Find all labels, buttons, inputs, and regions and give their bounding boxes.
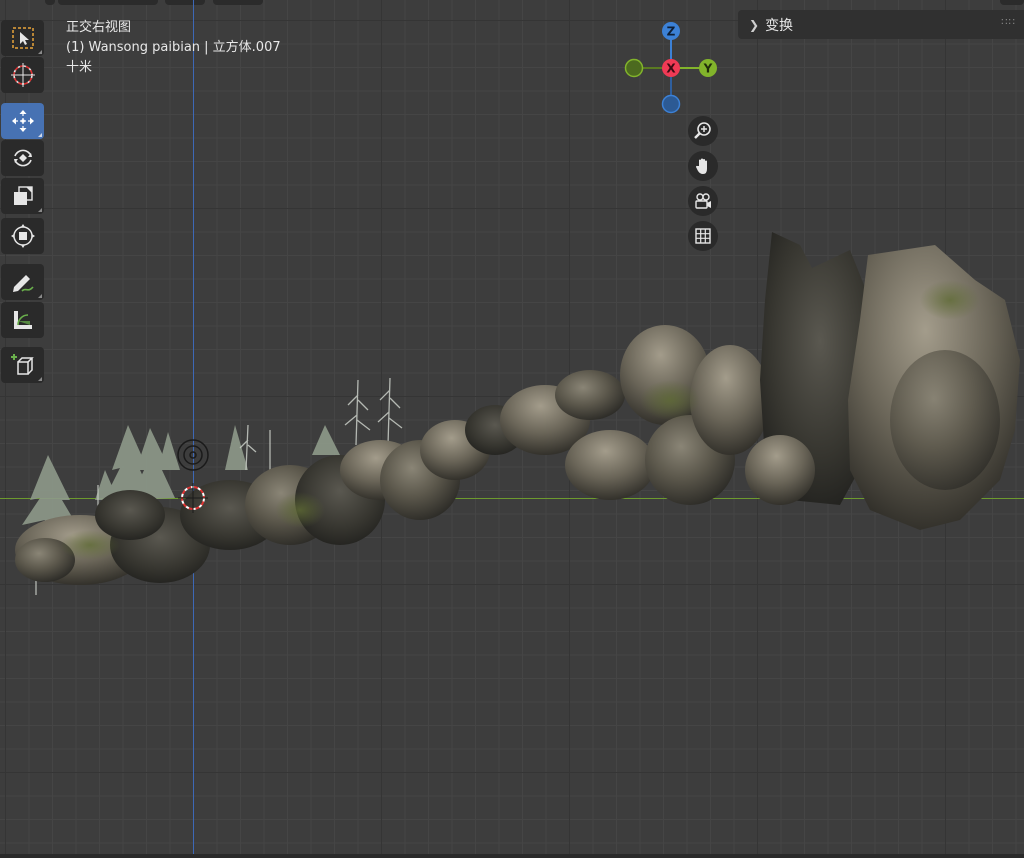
add-cube-icon	[10, 354, 34, 375]
viewport-info: 正交右视图 (1) Wansong paibian | 立方体.007 十米	[66, 18, 281, 78]
measure-ruler-icon	[13, 311, 32, 329]
transform-panel-label: 变换	[765, 17, 794, 34]
drag-handle-icon[interactable]: ∷∷	[1001, 17, 1016, 28]
select-box-icon	[11, 27, 34, 49]
move-arrows-icon	[11, 110, 34, 132]
svg-text:Z: Z	[667, 25, 676, 39]
svg-text:X: X	[666, 62, 676, 76]
navigation-gizmo[interactable]: Z Y X	[615, 18, 725, 118]
hand-icon	[696, 158, 707, 174]
measure-tool[interactable]	[1, 302, 44, 338]
transform-icon	[10, 224, 35, 248]
scale-tool[interactable]	[1, 178, 44, 214]
x-axis-handle[interactable]: X	[662, 59, 680, 77]
transform-tool[interactable]	[1, 218, 44, 254]
rotate-icon	[13, 149, 32, 167]
pencil-icon	[12, 275, 34, 292]
camera-icon	[695, 193, 711, 209]
object-info-label: (1) Wansong paibian | 立方体.007	[66, 40, 281, 55]
z-axis-handle[interactable]: Z	[662, 22, 680, 40]
cursor-icon	[10, 63, 35, 87]
transform-panel-header[interactable]: ❯ 变换 ∷∷	[738, 10, 1024, 39]
y-axis-handle[interactable]: Y	[699, 59, 717, 77]
svg-text:Y: Y	[703, 62, 713, 76]
grid-icon	[695, 228, 711, 244]
move-tool[interactable]	[1, 103, 44, 139]
neg-y-axis-handle	[624, 58, 644, 78]
zoom-button[interactable]	[688, 116, 718, 146]
zoom-icon	[694, 122, 711, 139]
ortho-toggle-button[interactable]	[688, 221, 718, 251]
camera-view-button[interactable]	[688, 186, 718, 216]
view-name-label: 正交右视图	[66, 20, 132, 35]
add-cube-tool[interactable]	[1, 347, 44, 383]
scene-render[interactable]	[0, 0, 1024, 858]
scale-icon	[13, 186, 33, 205]
select-box-tool[interactable]	[1, 20, 44, 56]
annotate-tool[interactable]	[1, 264, 44, 300]
pan-button[interactable]	[688, 151, 718, 181]
light-object-icon	[177, 439, 209, 471]
bottom-edge	[0, 854, 1024, 858]
rock-formation	[15, 232, 1020, 585]
chevron-right-icon: ❯	[749, 17, 760, 32]
3d-viewport[interactable]: 正交右视图 (1) Wansong paibian | 立方体.007 十米 Z…	[0, 0, 1024, 858]
cursor-tool[interactable]	[1, 57, 44, 93]
neg-z-axis-handle	[661, 94, 681, 114]
rotate-tool[interactable]	[1, 140, 44, 176]
grid-scale-label: 十米	[66, 60, 93, 75]
